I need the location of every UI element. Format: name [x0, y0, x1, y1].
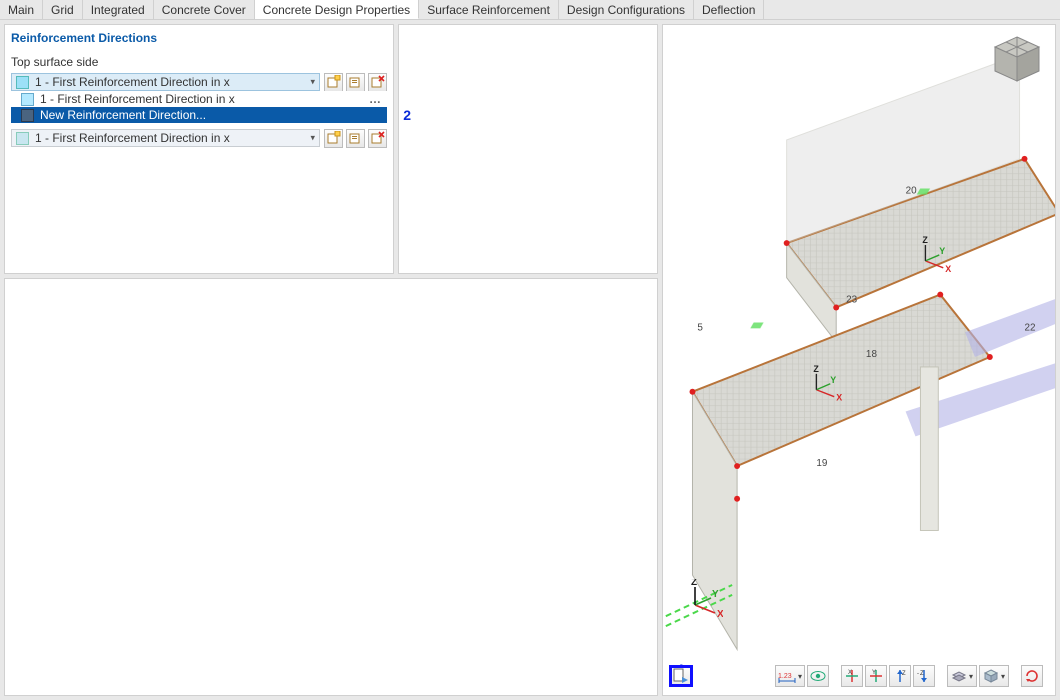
svg-text:Z: Z: [920, 671, 924, 677]
chevron-down-icon: ▾: [969, 672, 973, 681]
open-library-button[interactable]: [346, 73, 365, 92]
iso-view-button[interactable]: ▾: [979, 665, 1009, 687]
viewport-toolbar: 1.23 ▾ X Y Z -Z ▾ ▾: [663, 665, 1055, 687]
visibility-button[interactable]: [807, 665, 829, 687]
dropdown-direction-top-label: 1 - First Reinforcement Direction in x: [35, 75, 230, 89]
svg-text:1.23: 1.23: [778, 673, 792, 680]
svg-text:X: X: [836, 393, 842, 403]
panel-title: Reinforcement Directions: [11, 31, 387, 45]
tab-concrete-cover[interactable]: Concrete Cover: [154, 0, 255, 19]
svg-text:Y: Y: [872, 670, 876, 676]
view-resource-button[interactable]: [669, 665, 693, 687]
nav-cube[interactable]: [991, 33, 1043, 85]
reset-view-button[interactable]: [1021, 665, 1043, 687]
tab-integrated[interactable]: Integrated: [83, 0, 154, 19]
svg-text:X: X: [848, 670, 852, 676]
left-top-row: Reinforcement Directions Top surface sid…: [4, 24, 658, 274]
tab-main[interactable]: Main: [0, 0, 43, 19]
dropdown-item-existing[interactable]: 1 - First Reinforcement Direction in x …: [11, 91, 387, 107]
svg-text:Z: Z: [813, 364, 819, 374]
dimension-button[interactable]: 1.23 ▾: [775, 665, 805, 687]
panel-blank-top: [398, 24, 658, 274]
main-layout: Reinforcement Directions Top surface sid…: [0, 20, 1060, 700]
svg-text:Z: Z: [902, 671, 906, 677]
chevron-down-icon: ▾: [798, 672, 802, 681]
dropdown-direction-bottom[interactable]: 1 - First Reinforcement Direction in x ▾: [11, 129, 320, 147]
dropdown-item-new-label: New Reinforcement Direction...: [40, 108, 206, 122]
svg-text:Y: Y: [939, 246, 945, 256]
layer-view-button[interactable]: ▾: [947, 665, 977, 687]
ellipsis-icon[interactable]: …: [369, 92, 387, 106]
subheader-top-surface: Top surface side: [11, 55, 387, 69]
dropdown-direction-bottom-label: 1 - First Reinforcement Direction in x: [35, 131, 230, 145]
open-library-button-2[interactable]: [346, 129, 365, 148]
tab-bar: Main Grid Integrated Concrete Cover Conc…: [0, 0, 1060, 20]
dropdown-item-existing-label: 1 - First Reinforcement Direction in x: [40, 92, 235, 106]
tab-deflection[interactable]: Deflection: [694, 0, 764, 19]
left-column: Reinforcement Directions Top surface sid…: [4, 24, 658, 696]
chevron-down-icon: ▾: [1001, 672, 1005, 681]
scene-svg: 20 23 5 22 18 19 X Y Z X Y Z: [663, 25, 1055, 695]
svg-text:X: X: [945, 264, 951, 274]
new-direction-button-2[interactable]: [324, 129, 343, 148]
color-swatch-icon: [21, 93, 34, 106]
panel-reinforcement-directions: Reinforcement Directions Top surface sid…: [4, 24, 394, 274]
color-swatch-icon: [16, 76, 29, 89]
color-swatch-icon: [21, 109, 34, 122]
svg-text:23: 23: [846, 295, 858, 306]
view-y-button[interactable]: Y: [865, 665, 887, 687]
panel-blank-bottom: [4, 278, 658, 696]
view-x-button[interactable]: X: [841, 665, 863, 687]
svg-text:22: 22: [1025, 322, 1037, 333]
delete-direction-button-2[interactable]: [368, 129, 387, 148]
svg-text:Z: Z: [922, 235, 928, 245]
view-z-button[interactable]: Z: [889, 665, 911, 687]
svg-text:18: 18: [866, 349, 878, 360]
chevron-down-icon: ▾: [310, 77, 315, 88]
new-direction-button[interactable]: [324, 73, 343, 92]
tab-design-configurations[interactable]: Design Configurations: [559, 0, 694, 19]
svg-text:Y: Y: [830, 375, 836, 385]
svg-text:5: 5: [697, 322, 703, 333]
annotation-2: 2: [403, 107, 411, 123]
svg-text:-: -: [917, 671, 919, 677]
tab-concrete-design-properties[interactable]: Concrete Design Properties: [255, 0, 419, 19]
dropdown-direction-top[interactable]: 1 - First Reinforcement Direction in x ▾: [11, 73, 320, 91]
viewport-3d[interactable]: 20 23 5 22 18 19 X Y Z X Y Z X: [662, 24, 1056, 696]
color-swatch-icon: [16, 132, 29, 145]
tab-grid[interactable]: Grid: [43, 0, 83, 19]
svg-text:19: 19: [816, 458, 828, 469]
dropdown-item-new[interactable]: New Reinforcement Direction...: [11, 107, 387, 123]
tab-surface-reinforcement[interactable]: Surface Reinforcement: [419, 0, 559, 19]
view-negz-button[interactable]: -Z: [913, 665, 935, 687]
dropdown-list-open: 1 - First Reinforcement Direction in x ……: [11, 91, 387, 123]
chevron-down-icon: ▾: [310, 133, 315, 144]
delete-direction-button[interactable]: [368, 73, 387, 92]
svg-text:20: 20: [906, 185, 918, 196]
